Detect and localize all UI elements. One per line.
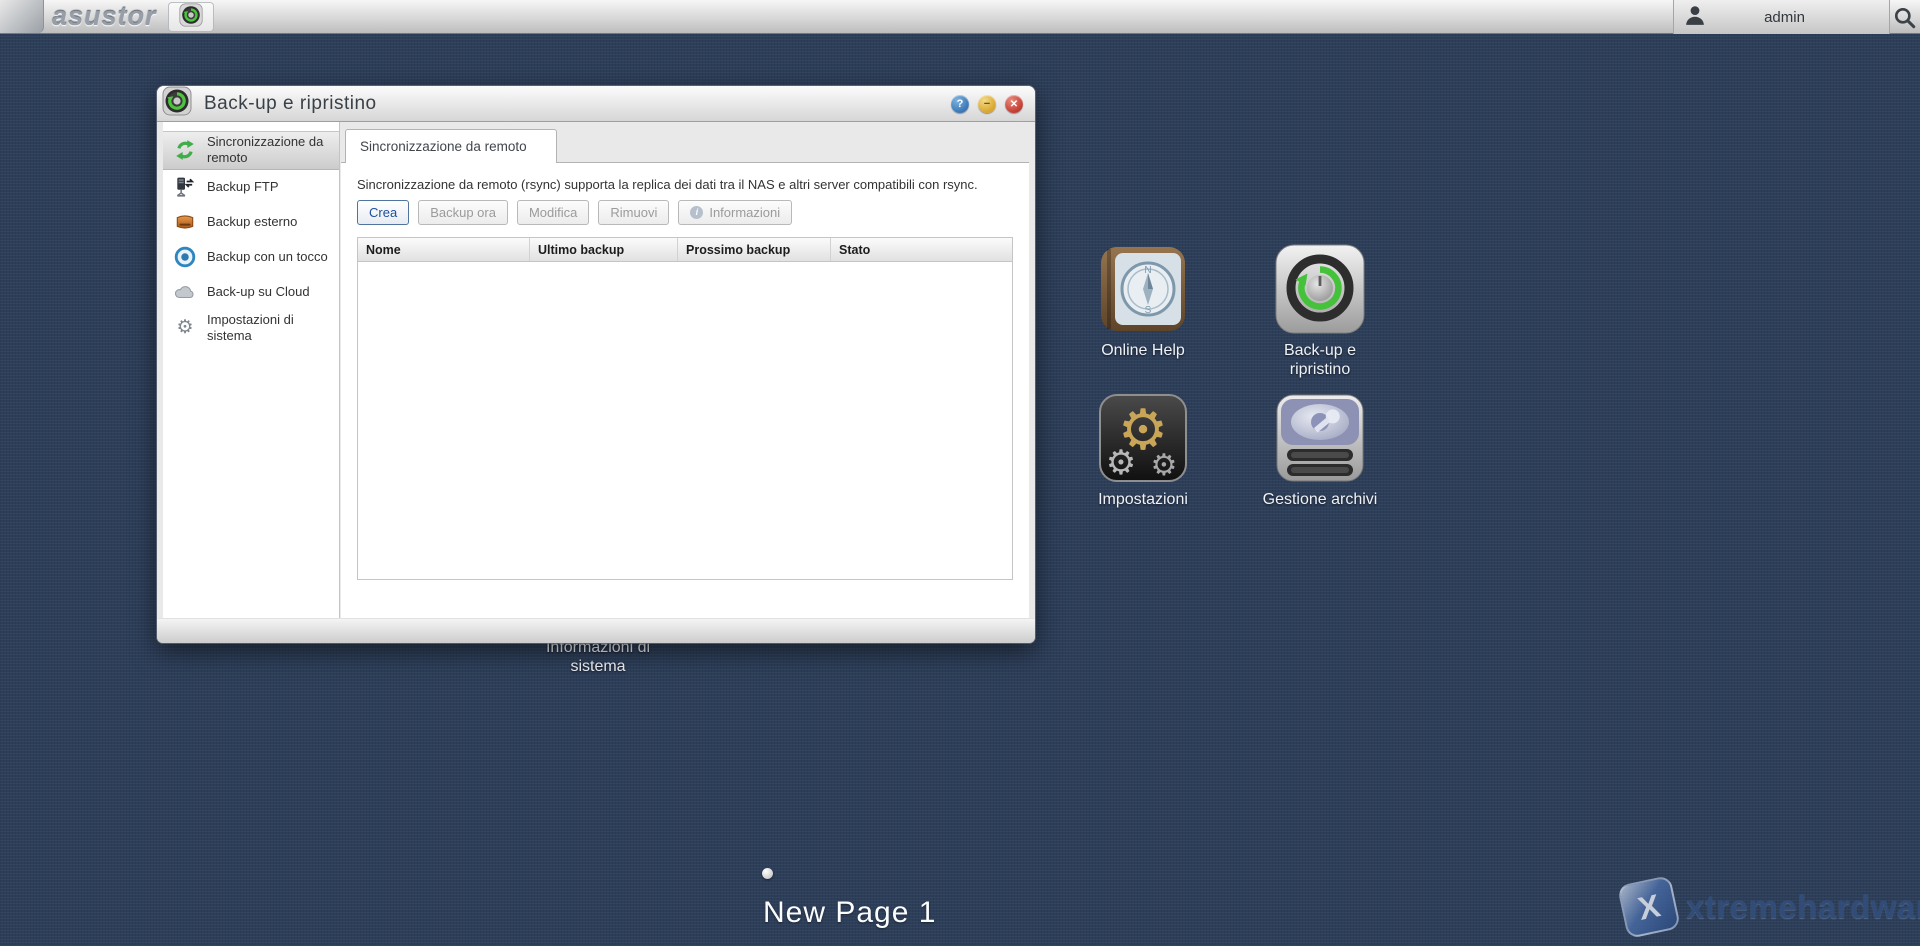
sidebar-item-backup-esterno[interactable]: Backup esterno — [163, 205, 339, 240]
xtreme-x-logo-icon: X — [1617, 875, 1681, 939]
watermark-text: xtremehardware.it — [1686, 888, 1920, 926]
storage-manager-icon — [1274, 392, 1366, 484]
table-body-empty — [358, 262, 1012, 579]
tab-row: Sincronizzazione da remoto — [341, 122, 1029, 162]
informazioni-button[interactable]: i Informazioni — [678, 200, 792, 225]
sync-arrows-icon — [173, 139, 197, 161]
window-sidebar: Sincronizzazione da remoto Backup FTP — [163, 122, 340, 618]
desktop-icon-gestione-archivi[interactable]: Gestione archivi — [1258, 392, 1382, 510]
taskbar: asustor admin — [0, 0, 1920, 34]
column-header-stato[interactable]: Stato — [831, 238, 1012, 261]
settings-gears-icon: ⚙ ⚙ ⚙ — [1097, 392, 1189, 484]
svg-text:⚙: ⚙ — [1151, 448, 1178, 483]
column-header-prossimo-backup[interactable]: Prossimo backup — [678, 238, 831, 261]
crea-button[interactable]: Crea — [357, 200, 409, 225]
external-drive-icon — [173, 211, 197, 233]
desktop-icon-impostazioni[interactable]: ⚙ ⚙ ⚙ Impostazioni — [1081, 392, 1205, 510]
ftp-server-icon — [173, 176, 197, 198]
backup-sync-icon — [179, 3, 203, 32]
backup-sync-icon — [162, 86, 192, 121]
tab-panel: Sincronizzazione da remoto (rsync) suppo… — [341, 162, 1029, 618]
window-titlebar[interactable]: Back-up e ripristino ? − ✕ — [157, 86, 1035, 122]
show-desktop-button[interactable] — [0, 0, 44, 33]
table-header: Nome Ultimo backup Prossimo backup Stato — [358, 238, 1012, 262]
description-text: Sincronizzazione da remoto (rsync) suppo… — [357, 176, 999, 194]
desktop-icon-label: Gestione archivi — [1258, 491, 1382, 510]
minimize-icon[interactable]: − — [978, 95, 996, 113]
desktop-icon-online-help[interactable]: N S Online Help — [1081, 243, 1205, 361]
page-indicator-dot[interactable] — [762, 868, 773, 879]
desktop: asustor admin — [0, 0, 1920, 946]
close-icon[interactable]: ✕ — [1005, 95, 1023, 113]
gear-icon: ⚙ — [173, 318, 197, 337]
column-header-nome[interactable]: Nome — [358, 238, 530, 261]
backup-restore-icon — [1274, 243, 1366, 335]
desktop-icon-label: Informazioni di sistema — [536, 639, 660, 677]
desktop-icon-backup-restore[interactable]: Back-up e ripristino — [1258, 243, 1382, 380]
sidebar-item-backup-con-un-tocco[interactable]: Backup con un tocco — [163, 240, 339, 275]
toolbar: Crea Backup ora Modifica Rimuovi i Infor… — [357, 200, 1013, 225]
svg-text:⚙: ⚙ — [1106, 443, 1136, 483]
sidebar-item-sincronizzazione-da-remoto[interactable]: Sincronizzazione da remoto — [163, 131, 339, 170]
window-content: Sincronizzazione da remoto Sincronizzazi… — [341, 122, 1029, 618]
one-touch-icon — [173, 246, 197, 268]
sidebar-item-backup-ftp[interactable]: Backup FTP — [163, 170, 339, 205]
cloud-icon — [173, 281, 197, 303]
window-footer — [157, 618, 1035, 643]
asustor-logo: asustor — [52, 1, 157, 32]
column-header-ultimo-backup[interactable]: Ultimo backup — [530, 238, 678, 261]
watermark: X xtremehardware.it — [1622, 880, 1920, 934]
modifica-button[interactable]: Modifica — [517, 200, 589, 225]
desktop-icon-label: Impostazioni — [1081, 491, 1205, 510]
user-icon — [1684, 4, 1706, 31]
help-icon[interactable]: ? — [951, 95, 969, 113]
page-title: New Page 1 — [763, 896, 936, 930]
backup-restore-window: Back-up e ripristino ? − ✕ — [157, 86, 1035, 643]
online-help-icon: N S — [1097, 243, 1189, 335]
rimuovi-button[interactable]: Rimuovi — [598, 200, 669, 225]
window-title: Back-up e ripristino — [204, 93, 377, 115]
svg-text:S: S — [1145, 305, 1152, 316]
user-menu-button[interactable]: admin — [1673, 0, 1890, 34]
sidebar-item-impostazioni-di-sistema[interactable]: ⚙ Impostazioni di sistema — [163, 310, 339, 347]
info-icon: i — [690, 206, 703, 219]
desktop-icon-label: Online Help — [1081, 342, 1205, 361]
sync-jobs-table: Nome Ultimo backup Prossimo backup Stato — [357, 237, 1013, 580]
sidebar-item-backup-su-cloud[interactable]: Back-up su Cloud — [163, 275, 339, 310]
search-icon[interactable] — [1892, 5, 1918, 31]
taskbar-running-app-backup[interactable] — [168, 2, 214, 32]
window-body: Sincronizzazione da remoto Backup FTP — [157, 122, 1035, 643]
desktop-icon-label: Back-up e ripristino — [1258, 342, 1382, 380]
user-name: admin — [1706, 9, 1889, 26]
backup-ora-button[interactable]: Backup ora — [418, 200, 508, 225]
tab-sincronizzazione-da-remoto[interactable]: Sincronizzazione da remoto — [345, 129, 557, 163]
